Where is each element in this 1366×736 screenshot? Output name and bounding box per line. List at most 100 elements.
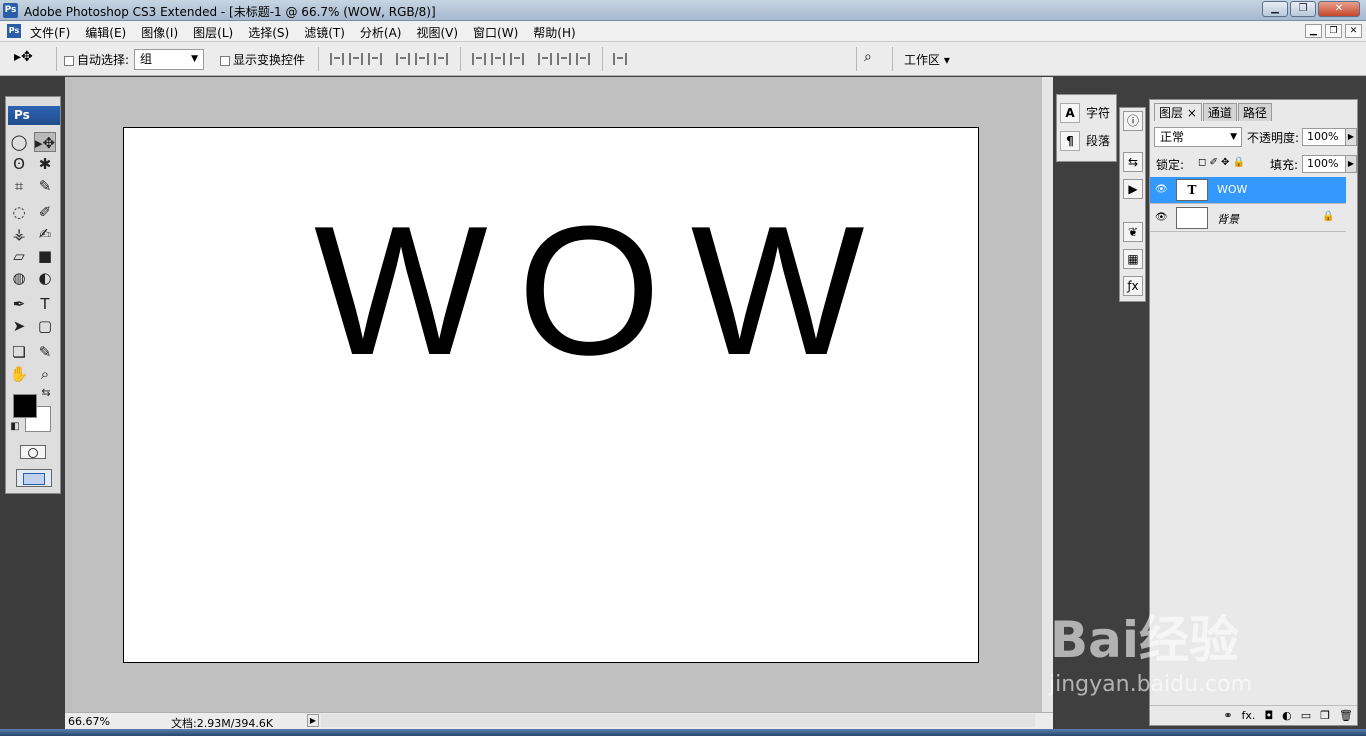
move-tool[interactable]: ▸✥ (34, 132, 56, 152)
menu-edit[interactable]: 编辑(E) (85, 24, 126, 41)
close-button[interactable]: ✕ (1318, 1, 1360, 17)
blend-mode-select[interactable]: 正常 ▼ (1154, 127, 1242, 147)
lasso-tool[interactable]: ʘ (8, 154, 30, 174)
workspace-menu[interactable]: 工作区 ▾ (904, 51, 950, 68)
foreground-color-swatch[interactable] (13, 394, 37, 418)
doc-restore-button[interactable]: ❐ (1325, 24, 1342, 38)
move-tool-preset-icon[interactable]: ▸✥ (14, 49, 33, 65)
menu-help[interactable]: 帮助(H) (533, 24, 575, 41)
distribute-left-icon[interactable] (538, 53, 552, 65)
dodge-tool[interactable]: ◐ (34, 268, 56, 288)
zoom-tool[interactable]: ⌕ (34, 364, 56, 384)
distribute-hcenter-icon[interactable] (557, 53, 571, 65)
lock-options-icons[interactable]: ◻ ✐ ✥ 🔒 (1198, 157, 1245, 168)
hand-tool[interactable]: ✋ (8, 364, 30, 384)
color-icon[interactable]: ❦ (1123, 222, 1143, 242)
show-transform-checkbox[interactable] (220, 55, 230, 66)
history-brush-tool[interactable]: ✍ (34, 224, 56, 244)
auto-align-icon[interactable] (613, 53, 627, 65)
screen-mode-button[interactable] (16, 469, 52, 487)
menu-window[interactable]: 窗口(W) (473, 24, 518, 41)
menu-file[interactable]: 文件(F) (30, 24, 70, 41)
menu-view[interactable]: 视图(V) (416, 24, 458, 41)
path-selection-tool[interactable]: ➤ (8, 316, 30, 336)
new-layer-icon[interactable]: ❐ (1320, 709, 1330, 722)
layer-style-icon[interactable]: fx. (1242, 709, 1256, 722)
info-icon[interactable]: ⓘ (1123, 111, 1143, 131)
baidu-watermark: Bai经验 (1050, 611, 1239, 669)
distribute-top-icon[interactable] (472, 53, 486, 65)
distribute-vcenter-icon[interactable] (491, 53, 505, 65)
blur-tool[interactable]: ◍ (8, 268, 30, 288)
clone-stamp-tool[interactable]: ⚶ (8, 224, 30, 244)
gradient-tool[interactable]: ■ (34, 246, 56, 266)
type-tool[interactable]: T (34, 294, 56, 314)
healing-brush-tool[interactable]: ◌ (8, 202, 30, 222)
menu-select[interactable]: 选择(S) (248, 24, 289, 41)
trash-icon[interactable]: 🗑 (1339, 709, 1353, 722)
eraser-tool[interactable]: ▱ (8, 246, 30, 266)
auto-select-checkbox[interactable] (64, 55, 74, 66)
distribute-right-icon[interactable] (576, 53, 590, 65)
shape-tool[interactable]: ▢ (34, 316, 56, 336)
auto-select-option[interactable]: 自动选择: (64, 51, 129, 68)
layer-row-wow[interactable]: 👁 T WOW (1150, 177, 1346, 204)
opacity-input[interactable]: 100% (1302, 128, 1346, 146)
link-layers-icon[interactable]: ⚭ (1223, 709, 1232, 722)
brush-tool[interactable]: ✐ (34, 202, 56, 222)
layer-row-background[interactable]: 👁 背景 🔒 (1150, 205, 1346, 232)
magic-wand-tool[interactable]: ✱ (34, 154, 56, 174)
align-bottom-icon[interactable] (368, 53, 382, 65)
maximize-button[interactable]: ❐ (1290, 1, 1316, 17)
swap-colors-icon[interactable]: ⇆ (39, 386, 53, 400)
align-left-icon[interactable] (396, 53, 410, 65)
show-transform-label: 显示变换控件 (233, 53, 306, 67)
adjustment-layer-icon[interactable]: ◐ (1282, 709, 1292, 722)
actions-icon[interactable]: ▶ (1123, 179, 1143, 199)
menu-filter[interactable]: 滤镜(T) (304, 24, 345, 41)
styles-icon[interactable]: ƒx (1123, 276, 1143, 296)
tab-paths[interactable]: 路径 (1237, 103, 1272, 121)
eyedropper-tool[interactable]: ✎ (34, 342, 56, 362)
quick-mask-button[interactable] (20, 445, 46, 459)
horizontal-scrollbar[interactable] (321, 714, 1035, 727)
doc-close-button[interactable]: ✕ (1345, 24, 1362, 38)
opacity-slider-button[interactable]: ▶ (1345, 128, 1357, 146)
fill-slider-button[interactable]: ▶ (1345, 155, 1357, 173)
swatches-icon[interactable]: ▦ (1123, 249, 1143, 269)
auto-select-dropdown[interactable]: 组 ▼ (134, 49, 204, 70)
visibility-eye-icon[interactable]: 👁 (1155, 212, 1168, 224)
align-hcenter-icon[interactable] (415, 53, 429, 65)
align-right-icon[interactable] (434, 53, 448, 65)
history-icon[interactable]: ⇆ (1123, 152, 1143, 172)
pen-tool[interactable]: ✒ (8, 294, 30, 314)
layer-mask-icon[interactable]: ◘ (1264, 709, 1273, 722)
default-colors-icon[interactable]: ◧ (8, 420, 22, 434)
tab-layers[interactable]: 图层 × (1154, 103, 1202, 121)
canvas[interactable]: WOW (123, 127, 979, 663)
marquee-tool[interactable]: ◯ (8, 132, 30, 152)
notes-tool[interactable]: ❏ (8, 342, 30, 362)
menu-analysis[interactable]: 分析(A) (360, 24, 402, 41)
character-panel-button[interactable]: A 字符 (1060, 103, 1110, 123)
menu-image[interactable]: 图像(I) (141, 24, 178, 41)
doc-minimize-button[interactable]: ▁ (1305, 24, 1322, 38)
slice-tool[interactable]: ✎ (34, 176, 56, 196)
paragraph-panel-button[interactable]: ¶ 段落 (1060, 131, 1110, 151)
new-group-icon[interactable]: ▭ (1301, 709, 1311, 722)
align-vcenter-icon[interactable] (349, 53, 363, 65)
align-top-icon[interactable] (330, 53, 344, 65)
tab-channels[interactable]: 通道 (1202, 103, 1237, 121)
bridge-icon[interactable]: ⌕ (864, 49, 872, 65)
status-menu-button[interactable]: ▶ (307, 714, 319, 727)
distribute-bottom-icon[interactable] (510, 53, 524, 65)
minimize-button[interactable]: ▁ (1262, 1, 1288, 17)
crop-tool[interactable]: ⌗ (8, 176, 30, 196)
wow-text-layer[interactable]: WOW (314, 198, 894, 382)
zoom-level[interactable]: 66.67% (68, 715, 110, 728)
visibility-eye-icon[interactable]: 👁 (1155, 184, 1168, 196)
fill-input[interactable]: 100% (1302, 155, 1346, 173)
menu-layer[interactable]: 图层(L) (193, 24, 233, 41)
show-transform-option[interactable]: 显示变换控件 (220, 51, 305, 68)
window-title: Adobe Photoshop CS3 Extended - [未标题-1 @ … (24, 5, 436, 19)
